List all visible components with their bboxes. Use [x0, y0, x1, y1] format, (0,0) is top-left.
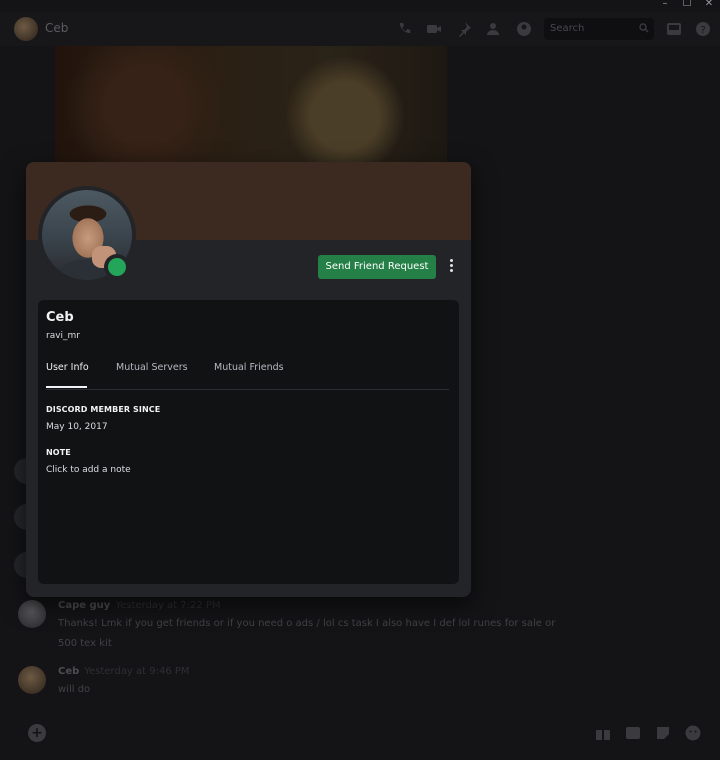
member-since-heading: DISCORD MEMBER SINCE: [46, 405, 161, 414]
channel-header: Ceb Search ?: [0, 12, 720, 46]
add-friend-icon[interactable]: [486, 21, 502, 37]
message-text: Thanks! Lmk if you get friends or if you…: [58, 618, 556, 649]
add-attachment-button[interactable]: +: [28, 724, 46, 742]
svg-text:?: ?: [700, 25, 705, 36]
minimize-icon[interactable]: –: [654, 0, 676, 10]
avatar[interactable]: [18, 666, 46, 694]
pin-icon[interactable]: [456, 21, 472, 37]
tab-user-info[interactable]: User Info: [46, 362, 89, 373]
profile-info-panel: Ceb ravi_mr User Info Mutual Servers Mut…: [38, 300, 459, 584]
active-tab-indicator: [46, 386, 87, 388]
avatar[interactable]: [18, 600, 46, 628]
message-timestamp: Yesterday at 7:22 PM: [115, 600, 221, 611]
member-since-value: May 10, 2017: [46, 422, 108, 432]
close-icon[interactable]: ✕: [698, 0, 720, 10]
tab-mutual-servers[interactable]: Mutual Servers: [116, 362, 188, 373]
username: ravi_mr: [46, 331, 81, 341]
search-placeholder: Search: [550, 23, 585, 34]
note-heading: NOTE: [46, 448, 71, 457]
emoji-icon[interactable]: [684, 724, 702, 742]
note-input[interactable]: Click to add a note: [46, 465, 131, 475]
tab-mutual-friends[interactable]: Mutual Friends: [214, 362, 284, 373]
send-friend-request-button[interactable]: Send Friend Request: [318, 255, 436, 279]
message-text: will do: [58, 684, 91, 695]
message-author: Cape guy Yesterday at 7:22 PM: [58, 600, 221, 611]
channel-title: Ceb: [45, 21, 69, 35]
user-profile-popout: Send Friend Request Ceb ravi_mr User Inf…: [26, 162, 471, 597]
phone-icon[interactable]: [397, 21, 413, 37]
profile-icon[interactable]: [516, 21, 532, 37]
sticker-icon[interactable]: [654, 724, 672, 742]
profile-tabs: User Info Mutual Servers Mutual Friends: [46, 360, 449, 390]
more-options-icon[interactable]: [444, 257, 458, 277]
author-name[interactable]: Cape guy: [58, 600, 110, 611]
online-status-icon: [104, 254, 130, 280]
gift-icon[interactable]: [594, 724, 612, 742]
window-controls: – ☐ ✕: [654, 0, 720, 10]
media-embed[interactable]: [55, 46, 447, 164]
dm-avatar[interactable]: [14, 17, 38, 41]
search-input[interactable]: Search: [544, 18, 654, 40]
message-timestamp: Yesterday at 9:46 PM: [84, 666, 190, 677]
search-icon: [639, 23, 649, 37]
message-author: Ceb Yesterday at 9:46 PM: [58, 666, 190, 677]
maximize-icon[interactable]: ☐: [676, 0, 698, 10]
help-icon[interactable]: ?: [695, 21, 711, 37]
gif-icon[interactable]: [624, 724, 642, 742]
video-icon[interactable]: [426, 21, 442, 37]
display-name: Ceb: [46, 310, 74, 325]
author-name[interactable]: Ceb: [58, 666, 79, 677]
message-composer: +: [0, 716, 720, 760]
inbox-icon[interactable]: [666, 21, 682, 37]
